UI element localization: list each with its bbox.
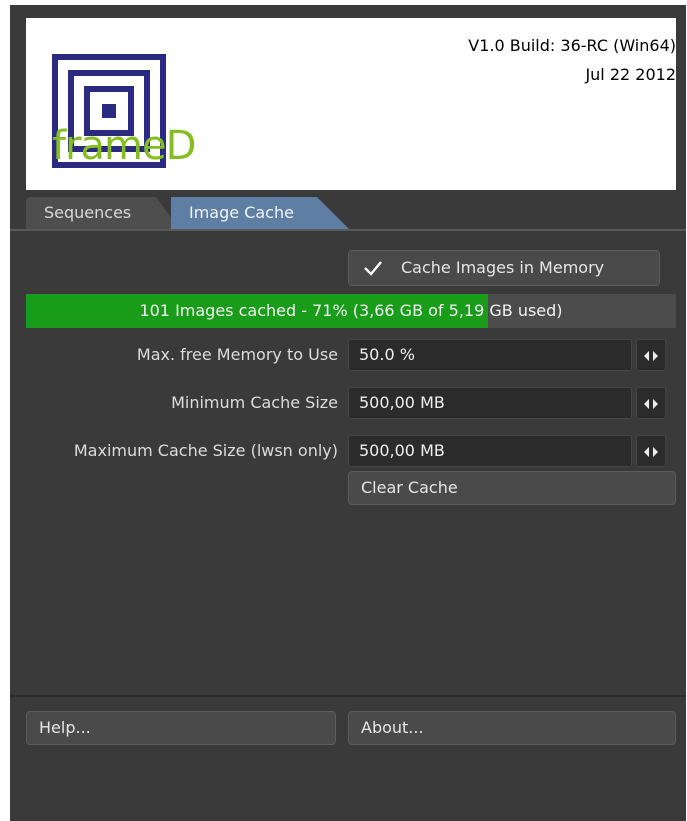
cache-images-toggle[interactable]: Cache Images in Memory <box>348 250 660 286</box>
min-cache-size-stepper[interactable] <box>636 387 666 419</box>
max-cache-size-label: Maximum Cache Size (lwsn only) <box>73 441 338 460</box>
framed-panel: frameD V1.0 Build: 36-RC (Win64) Jul 22 … <box>10 5 686 821</box>
tab-sequences[interactable]: Sequences <box>26 197 179 229</box>
min-cache-size-field[interactable]: 500,00 MB <box>348 387 632 419</box>
tab-image-cache[interactable]: Image Cache <box>171 197 349 229</box>
version-info: V1.0 Build: 36-RC (Win64) Jul 22 2012 <box>468 31 676 89</box>
cache-progress-bar: 101 Images cached - 71% (3,66 GB of 5,19… <box>26 294 676 328</box>
stepper-arrows-icon <box>644 447 658 457</box>
version-label: V1.0 Build: 36-RC (Win64) <box>468 36 676 55</box>
build-date: Jul 22 2012 <box>585 65 676 84</box>
max-cache-size-stepper[interactable] <box>636 435 666 467</box>
max-free-memory-field[interactable]: 50.0 % <box>348 339 632 371</box>
max-cache-size-field[interactable]: 500,00 MB <box>348 435 632 467</box>
cache-images-label: Cache Images in Memory <box>401 258 605 277</box>
header-banner: frameD V1.0 Build: 36-RC (Win64) Jul 22 … <box>26 18 676 190</box>
tab-divider <box>10 229 686 231</box>
stepper-arrows-icon <box>644 399 658 409</box>
footer-divider <box>10 695 686 697</box>
checkmark-icon <box>364 261 382 276</box>
tab-bar: Sequences Image Cache <box>26 197 686 229</box>
cache-progress-text: 101 Images cached - 71% (3,66 GB of 5,19… <box>139 301 563 320</box>
max-free-memory-stepper[interactable] <box>636 339 666 371</box>
min-cache-size-label: Minimum Cache Size <box>171 393 338 412</box>
max-free-memory-label: Max. free Memory to Use <box>136 345 338 364</box>
about-button[interactable]: About... <box>348 711 676 745</box>
help-button[interactable]: Help... <box>26 711 336 745</box>
stepper-arrows-icon <box>644 351 658 361</box>
clear-cache-button[interactable]: Clear Cache <box>348 471 676 505</box>
logo-wordmark: frameD <box>52 123 196 169</box>
